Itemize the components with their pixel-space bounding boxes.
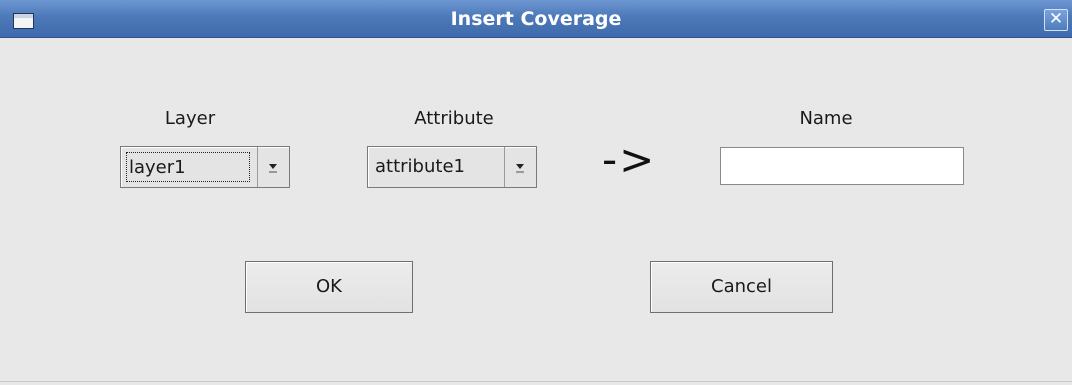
mapping-arrow: ->: [602, 135, 657, 184]
attribute-dropdown-button[interactable]: [504, 147, 536, 187]
layer-dropdown[interactable]: layer1: [120, 146, 290, 188]
ok-button[interactable]: OK: [245, 261, 413, 313]
close-button[interactable]: ✕: [1044, 9, 1068, 31]
window-title: Insert Coverage: [450, 8, 622, 30]
layer-label: Layer: [164, 108, 216, 129]
title-bar: Insert Coverage ✕: [0, 0, 1072, 38]
window-bottom-border: [0, 381, 1072, 382]
chevron-down-icon: [516, 164, 524, 169]
dropdown-arrow-underline: [516, 171, 524, 173]
attribute-dropdown-value: attribute1: [375, 156, 465, 177]
name-label: Name: [799, 108, 853, 129]
cancel-button[interactable]: Cancel: [650, 261, 833, 313]
chevron-down-icon: [269, 164, 277, 169]
attribute-label: Attribute: [414, 108, 494, 129]
dropdown-arrow-underline: [269, 171, 277, 173]
name-input[interactable]: [720, 147, 964, 185]
layer-dropdown-value: layer1: [126, 152, 250, 182]
attribute-dropdown[interactable]: attribute1: [367, 146, 537, 188]
close-icon: ✕: [1048, 9, 1064, 29]
layer-dropdown-button[interactable]: [257, 147, 289, 187]
